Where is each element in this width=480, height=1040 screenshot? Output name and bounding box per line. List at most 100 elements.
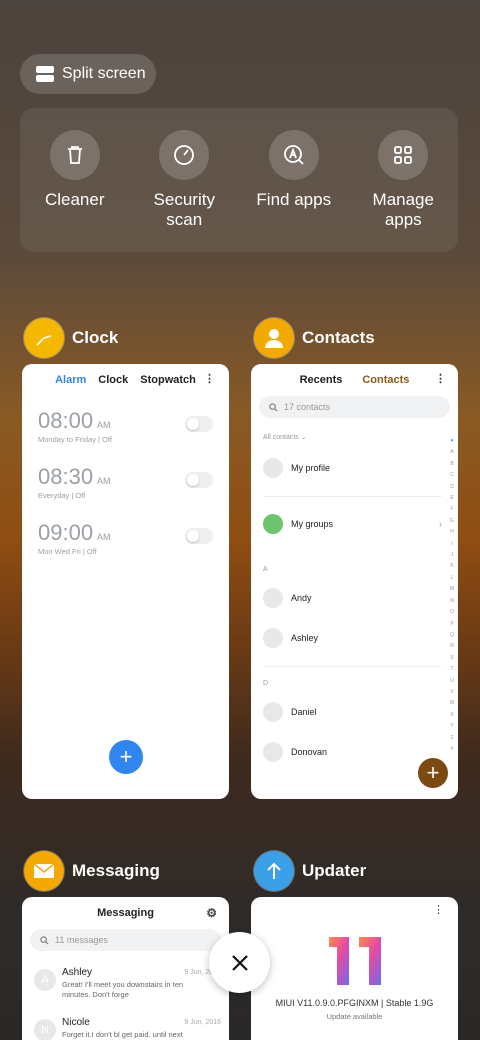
security-scan-icon xyxy=(159,130,210,180)
messaging-app-name: Messaging xyxy=(72,861,160,880)
alarm-time: 08:30 xyxy=(38,464,94,489)
alarm-ampm: AM xyxy=(97,532,111,542)
more-options-icon[interactable]: ⋮ xyxy=(435,374,446,385)
contacts-app-name: Contacts xyxy=(302,328,375,347)
contacts-search-input[interactable]: 17 contacts xyxy=(259,396,450,418)
alphabet-letter[interactable]: O xyxy=(450,607,454,618)
contact-row[interactable]: Ashley xyxy=(263,628,318,648)
updater-app-card[interactable]: ⋮ MIUI V11.0.9.0.PFGINXM | Stable 1.9G U… xyxy=(251,897,458,1040)
alarm-item[interactable]: 09:00 AM Mon Wed Fri | Off xyxy=(38,520,213,576)
alphabet-letter[interactable]: B xyxy=(450,459,453,470)
alphabet-letter[interactable]: R xyxy=(450,641,454,652)
contact-name: Daniel xyxy=(291,707,317,717)
alphabet-letter[interactable]: Y xyxy=(450,721,453,732)
updater-card-header[interactable]: Updater xyxy=(254,851,366,891)
alphabet-letter[interactable]: M xyxy=(450,584,454,595)
find-apps-button[interactable]: Find apps xyxy=(239,108,349,252)
alarm-toggle[interactable] xyxy=(185,416,213,432)
quick-tools-panel: Cleaner Security scan Find apps Manage a… xyxy=(20,108,458,252)
alphabet-letter[interactable]: U xyxy=(450,676,454,687)
contacts-filter[interactable]: All contacts ⌄ xyxy=(263,433,307,441)
alphabet-letter[interactable]: F xyxy=(450,504,453,515)
alphabet-letter[interactable]: C xyxy=(450,470,454,481)
contact-name: Andy xyxy=(291,593,312,603)
avatar xyxy=(263,702,283,722)
contacts-app-card[interactable]: Recents Contacts ⋮ 17 contacts All conta… xyxy=(251,364,458,799)
alarm-time: 09:00 xyxy=(38,520,94,545)
divider xyxy=(263,496,442,497)
miui-version: MIUI V11.0.9.0.PFGINXM | Stable 1.9G xyxy=(275,998,434,1008)
alphabet-letter[interactable]: W xyxy=(450,698,455,709)
my-profile-row[interactable]: My profile xyxy=(263,458,330,478)
tab-clock[interactable]: Clock xyxy=(98,374,128,386)
clock-app-card[interactable]: Alarm Clock Stopwatch ⋮ 08:00 AM Monday … xyxy=(22,364,229,799)
tab-alarm[interactable]: Alarm xyxy=(55,374,86,386)
alphabet-letter[interactable]: # xyxy=(451,744,454,755)
alphabet-letter[interactable]: D xyxy=(450,482,454,493)
alarm-item[interactable]: 08:00 AM Monday to Friday | Off xyxy=(38,408,213,464)
cleaner-button[interactable]: Cleaner xyxy=(20,108,130,252)
alphabet-letter[interactable]: Z xyxy=(450,733,453,744)
avatar xyxy=(263,588,283,608)
messaging-app-card[interactable]: Messaging ⚙ 11 messages A Ashley 9 Jun, … xyxy=(22,897,229,1040)
clock-card-header[interactable]: Clock xyxy=(24,318,118,358)
alphabet-letter[interactable]: I xyxy=(451,539,452,550)
avatar xyxy=(263,458,283,478)
messages-search-input[interactable]: 11 messages xyxy=(30,929,221,951)
cleaner-label: Cleaner xyxy=(44,190,105,209)
alphabet-letter[interactable]: N xyxy=(450,596,454,607)
alphabet-letter[interactable]: K xyxy=(450,561,453,572)
alphabet-letter[interactable]: S xyxy=(450,653,453,664)
alphabet-letter[interactable]: Q xyxy=(450,630,454,641)
section-header-a: A xyxy=(263,566,268,573)
more-options-icon[interactable]: ⋮ xyxy=(204,374,215,385)
search-icon xyxy=(269,402,278,412)
more-options-icon[interactable]: ⋮ xyxy=(433,905,444,916)
contact-row[interactable]: Daniel xyxy=(263,702,317,722)
close-icon xyxy=(231,954,248,971)
my-profile-label: My profile xyxy=(291,463,331,473)
alphabet-letter[interactable]: G xyxy=(450,516,454,527)
contact-row[interactable]: Andy xyxy=(263,588,312,608)
alphabet-index[interactable]: ♥ A B C D E F G H I J K L M N O P Q R S T U V W X Y Z # xyxy=(449,436,455,755)
messaging-title: Messaging xyxy=(97,907,154,919)
add-alarm-button[interactable]: + xyxy=(109,740,143,774)
close-all-button[interactable] xyxy=(209,932,270,993)
add-contact-button[interactable]: + xyxy=(418,758,448,788)
clock-tabs: Alarm Clock Stopwatch ⋮ xyxy=(22,374,229,387)
avatar xyxy=(263,742,283,762)
alarm-toggle[interactable] xyxy=(185,472,213,488)
contact-row[interactable]: Donovan xyxy=(263,742,327,762)
alphabet-letter[interactable]: A xyxy=(450,447,453,458)
manage-apps-label: Manage apps xyxy=(372,190,434,229)
alphabet-letter[interactable]: J xyxy=(451,550,454,561)
split-screen-button[interactable]: Split screen xyxy=(20,54,156,94)
gear-icon[interactable]: ⚙ xyxy=(206,906,217,920)
my-groups-row[interactable]: My groups › xyxy=(263,514,442,534)
alarm-item[interactable]: 08:30 AM Everyday | Off xyxy=(38,464,213,520)
alphabet-letter[interactable]: V xyxy=(450,687,453,698)
alphabet-letter[interactable]: P xyxy=(450,619,453,630)
alarm-ampm: AM xyxy=(97,476,111,486)
alphabet-letter[interactable]: H xyxy=(450,527,454,538)
contacts-tabs: Recents Contacts ⋮ xyxy=(251,374,458,387)
divider xyxy=(263,666,442,667)
alphabet-letter[interactable]: L xyxy=(451,573,454,584)
security-scan-button[interactable]: Security scan xyxy=(130,108,240,252)
split-screen-label: Split screen xyxy=(62,65,146,82)
alphabet-letter[interactable]: X xyxy=(450,710,453,721)
messaging-title-bar: Messaging ⚙ xyxy=(22,906,229,920)
alphabet-letter[interactable]: T xyxy=(450,664,453,675)
contacts-card-header[interactable]: Contacts xyxy=(254,318,375,358)
tab-recents[interactable]: Recents xyxy=(300,374,343,386)
security-scan-label: Security scan xyxy=(153,190,215,229)
tab-contacts[interactable]: Contacts xyxy=(362,374,409,386)
tab-stopwatch[interactable]: Stopwatch xyxy=(140,374,196,386)
alarm-toggle[interactable] xyxy=(185,528,213,544)
favorites-index-icon[interactable]: ♥ xyxy=(451,436,454,447)
update-status: Update available xyxy=(326,1012,383,1021)
messaging-card-header[interactable]: Messaging xyxy=(24,851,160,891)
alarm-time: 08:00 xyxy=(38,408,94,433)
manage-apps-button[interactable]: Manage apps xyxy=(349,108,459,252)
alphabet-letter[interactable]: E xyxy=(450,493,453,504)
